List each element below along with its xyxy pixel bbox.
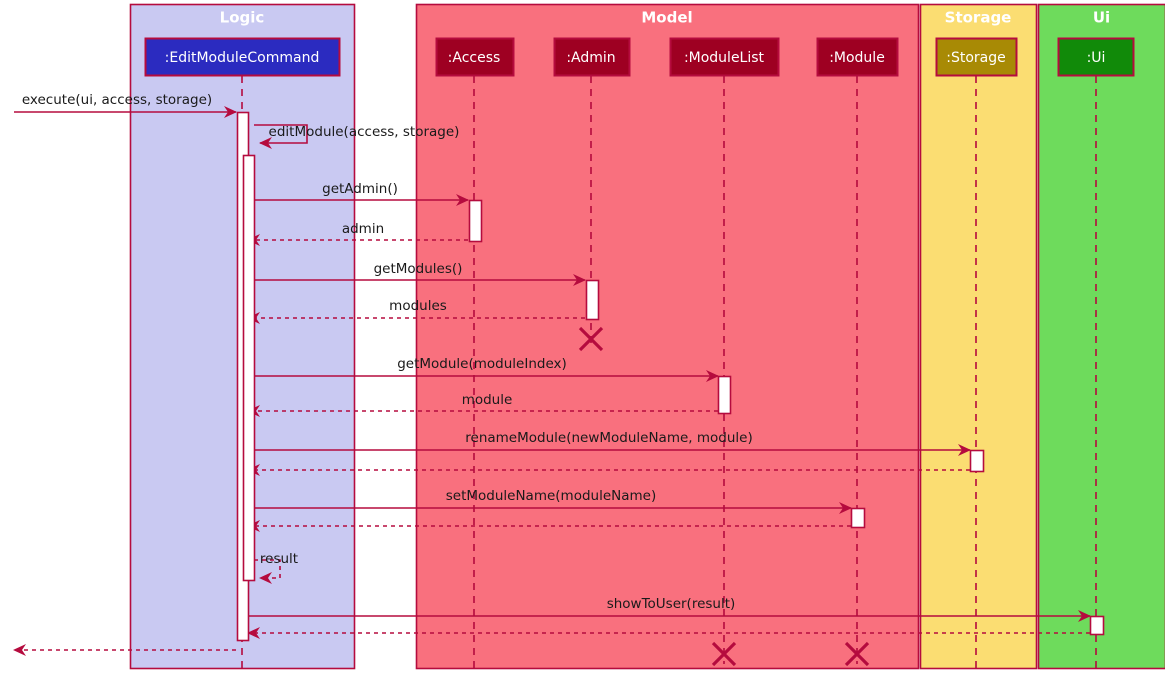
message-label-m13: result <box>260 551 298 567</box>
activation-a-modulelist <box>717 375 732 415</box>
participant-label-editmodulecommand: :EditModuleCommand <box>165 50 320 66</box>
participant-label-module: :Module <box>829 50 885 66</box>
message-label-m14: showToUser(result) <box>607 596 736 612</box>
partition-ui <box>1037 3 1165 670</box>
activation-a-access <box>468 199 483 243</box>
message-label-m3: getAdmin() <box>322 181 398 197</box>
participant-label-modulelist: :ModuleList <box>684 50 765 66</box>
message-label-m1: execute(ui, access, storage) <box>22 92 212 108</box>
participant-label-admin: :Admin <box>566 50 615 66</box>
activation-a-admin <box>585 279 600 321</box>
message-label-m5: getModules() <box>374 261 463 277</box>
message-label-m8: module <box>462 392 513 408</box>
participant-label-ui: :Ui <box>1087 50 1106 66</box>
partitions-layer: Logic Model Storage Ui <box>129 3 1165 670</box>
activation-a-module <box>850 507 866 529</box>
partition-title-model: Model <box>641 9 692 27</box>
partition-storage <box>919 3 1038 670</box>
message-label-m2: editModule(access, storage) <box>269 124 460 140</box>
activation-a-ui <box>1089 615 1105 636</box>
partition-title-storage: Storage <box>945 9 1012 27</box>
message-label-m7: getModule(moduleIndex) <box>397 356 567 372</box>
activation-a-cmd-inner <box>242 154 256 582</box>
participant-label-storage: :Storage <box>946 50 1006 66</box>
participant-label-access: :Access <box>448 50 501 66</box>
partition-model <box>415 3 920 670</box>
message-label-m9: renameModule(newModuleName, module) <box>465 430 752 446</box>
sequence-diagram-svg: Logic Model Storage Ui :EditModuleCommand :A… <box>13 3 1165 670</box>
partition-title-ui: Ui <box>1093 9 1110 27</box>
message-label-m6: modules <box>389 298 447 314</box>
message-label-m11: setModuleName(moduleName) <box>446 488 657 504</box>
partition-title-logic: Logic <box>220 9 265 27</box>
sequence-diagram-canvas: Logic Model Storage Ui :EditModuleCommand :A… <box>0 0 1165 688</box>
activation-a-storage <box>969 449 985 473</box>
message-label-m4: admin <box>342 221 384 237</box>
